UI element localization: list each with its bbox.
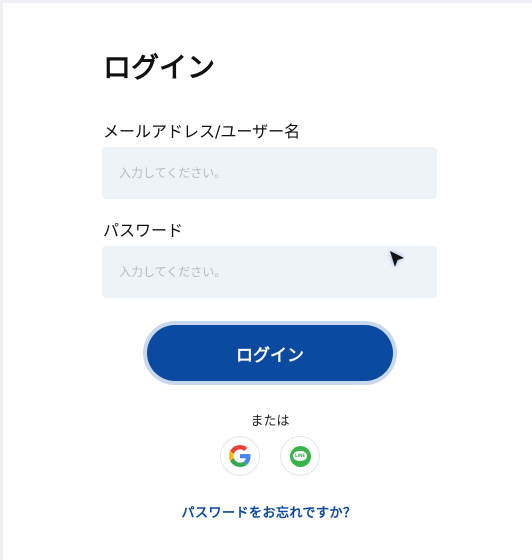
password-label: パスワード	[103, 221, 184, 240]
google-icon	[229, 445, 251, 467]
line-login-button[interactable]: LINE	[280, 436, 320, 476]
forgot-password-link[interactable]: パスワードをお忘れですか？	[0, 502, 532, 521]
email-field[interactable]	[102, 147, 437, 199]
line-icon-text: LINE	[293, 451, 307, 461]
or-divider-text: または	[250, 414, 290, 429]
login-button[interactable]: ログイン	[147, 325, 393, 381]
login-button-focus-ring: ログイン	[143, 321, 397, 385]
page-title: ログイン	[103, 51, 216, 84]
google-login-button[interactable]	[220, 436, 260, 476]
email-label: メールアドレス/ユーザー名	[103, 122, 301, 141]
line-icon: LINE	[289, 445, 311, 467]
mouse-cursor-icon	[390, 251, 404, 267]
